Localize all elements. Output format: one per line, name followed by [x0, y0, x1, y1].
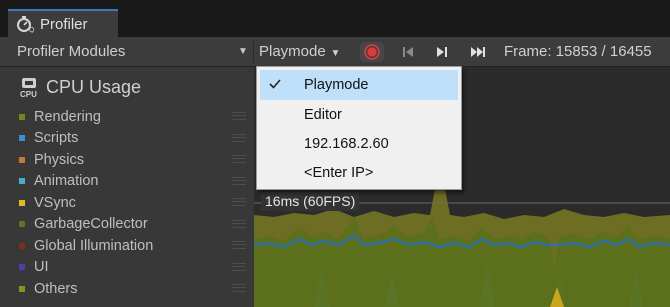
category-item[interactable]: Scripts	[0, 128, 254, 150]
profiler-modules-dropdown[interactable]: Profiler Modules	[17, 37, 125, 67]
category-label: Animation	[34, 173, 99, 190]
profiler-toolbar: Profiler Modules ▼ Playmode ▼ Frame: 158…	[0, 37, 670, 67]
category-label: GarbageCollector	[34, 216, 148, 233]
category-label: Rendering	[34, 108, 101, 125]
drag-handle-icon[interactable]	[232, 198, 246, 206]
category-color-swatch	[19, 199, 25, 206]
previous-frame-button[interactable]	[397, 43, 419, 61]
category-color-swatch	[19, 221, 25, 228]
cpu-usage-title: CPU Usage	[46, 76, 142, 97]
category-color-swatch	[19, 113, 25, 120]
dropdown-item-label: Editor	[304, 107, 342, 123]
category-item[interactable]: UI	[0, 257, 254, 279]
next-frame-button[interactable]	[431, 43, 453, 61]
category-color-swatch	[19, 178, 25, 185]
target-dropdown-arrow-icon: ▼	[327, 48, 341, 59]
profiler-icon: Q	[17, 16, 35, 33]
drag-handle-icon[interactable]	[232, 284, 246, 292]
record-button[interactable]	[360, 42, 384, 62]
drag-handle-icon[interactable]	[232, 155, 246, 163]
checkmark-icon	[269, 79, 281, 89]
category-item[interactable]: Physics	[0, 149, 254, 171]
previous-frame-icon	[403, 47, 413, 57]
category-label: UI	[34, 259, 49, 276]
dropdown-item[interactable]: Editor	[260, 100, 458, 130]
fps-threshold-label: 16ms (60FPS)	[261, 192, 360, 211]
category-label: Scripts	[34, 130, 79, 147]
dropdown-item-label: 192.168.2.60	[304, 136, 389, 152]
dropdown-item-label: <Enter IP>	[304, 165, 374, 181]
next-frame-icon	[437, 47, 447, 57]
drag-handle-icon[interactable]	[232, 219, 246, 228]
drag-handle-icon[interactable]	[232, 176, 246, 185]
category-color-swatch	[19, 135, 25, 142]
cpu-usage-header[interactable]: CPU CPU Usage	[18, 76, 142, 99]
category-label: Others	[34, 280, 78, 297]
category-color-swatch	[19, 156, 25, 163]
dropdown-item[interactable]: Playmode	[260, 70, 458, 100]
svg-text:Q: Q	[29, 27, 35, 33]
last-frame-icon	[471, 47, 485, 57]
category-item[interactable]: Others	[0, 278, 254, 300]
category-label: Physics	[34, 151, 84, 168]
tab-profiler[interactable]: Q Profiler	[8, 9, 118, 37]
dropdown-item[interactable]: 192.168.2.60	[260, 129, 458, 159]
frame-counter: Frame: 15853 / 16455	[504, 43, 652, 60]
category-item[interactable]: VSync	[0, 192, 254, 214]
category-color-swatch	[19, 285, 25, 292]
target-dropdown-menu: Playmode Editor 192.168.2.60 <Enter IP>	[256, 66, 462, 190]
current-frame-button[interactable]	[467, 43, 489, 61]
cpu-icon: CPU	[20, 78, 37, 98]
category-label: VSync	[34, 194, 76, 211]
category-label: Global Illumination	[34, 237, 154, 254]
record-icon	[364, 44, 380, 60]
drag-handle-icon[interactable]	[232, 133, 246, 142]
category-list: Rendering Scripts Physics Animation VSync Gar…	[0, 106, 254, 300]
dropdown-item-label: Playmode	[304, 77, 369, 93]
category-color-swatch	[19, 242, 25, 249]
svg-text:CPU: CPU	[20, 90, 37, 98]
drag-handle-icon[interactable]	[232, 112, 246, 120]
cpu-usage-panel: CPU CPU Usage Rendering Scripts Physics Ani…	[0, 67, 254, 307]
category-color-swatch	[19, 264, 25, 271]
drag-handle-icon[interactable]	[232, 241, 246, 249]
target-selector-label: Playmode	[259, 43, 326, 60]
modules-dropdown-arrow-icon[interactable]: ▼	[238, 37, 248, 67]
category-item[interactable]: Global Illumination	[0, 235, 254, 257]
tab-bar: Q Profiler	[0, 0, 670, 37]
target-selector-dropdown[interactable]: Playmode ▼	[259, 37, 340, 69]
category-item[interactable]: Rendering	[0, 106, 254, 128]
category-item[interactable]: GarbageCollector	[0, 214, 254, 236]
dropdown-item[interactable]: <Enter IP>	[260, 158, 458, 188]
drag-handle-icon[interactable]	[232, 262, 246, 271]
toolbar-divider	[253, 41, 254, 63]
category-item[interactable]: Animation	[0, 171, 254, 193]
tab-title: Profiler	[40, 15, 88, 33]
